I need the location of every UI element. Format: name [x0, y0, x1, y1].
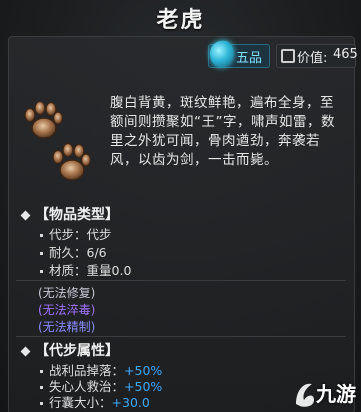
coin-icon: [281, 49, 295, 63]
attr-section-header: 【代步属性】: [20, 340, 119, 360]
grade-label: 五品: [236, 51, 263, 66]
item-description: 腹白背黄，斑纹鲜艳，遍布全身，至额间则攒聚如“王”字，啸声如雷，数里之外犹可闻，…: [110, 95, 335, 168]
type-section-header: 【物品类型】: [20, 204, 119, 224]
bullet-icon: [40, 370, 43, 373]
bullet-icon: [40, 402, 43, 405]
attr-row: 行囊大小：+30.0: [40, 392, 150, 411]
value-label: 价值:: [297, 51, 328, 66]
bullet-icon: [40, 234, 43, 237]
diamond-icon: [20, 210, 31, 220]
material-row: 材质：重量0.0: [40, 260, 131, 279]
value-number: 465: [333, 47, 358, 62]
paw-prints-icon: [24, 100, 92, 181]
tag-cannot-poison: (无法淬毒): [38, 303, 96, 317]
divider: [16, 336, 346, 337]
tag-cannot-refine: (无法精制): [38, 320, 96, 334]
diamond-icon: [20, 346, 31, 356]
bullet-icon: [40, 386, 43, 389]
bullet-icon: [40, 252, 43, 255]
watermark-text: 九游: [316, 382, 356, 406]
type-row: 代步：代步: [40, 224, 112, 243]
durability-row: 耐久：6/6: [40, 242, 107, 261]
tag-cannot-repair: (无法修复): [38, 286, 96, 300]
item-tooltip: 老虎 五品 价值: 465 腹白背黄，斑纹鲜艳，遍布全身，至额间则攒聚如“王”字…: [0, 0, 361, 412]
item-name: 老虎: [156, 8, 205, 33]
divider: [16, 280, 346, 281]
bullet-icon: [40, 270, 43, 273]
